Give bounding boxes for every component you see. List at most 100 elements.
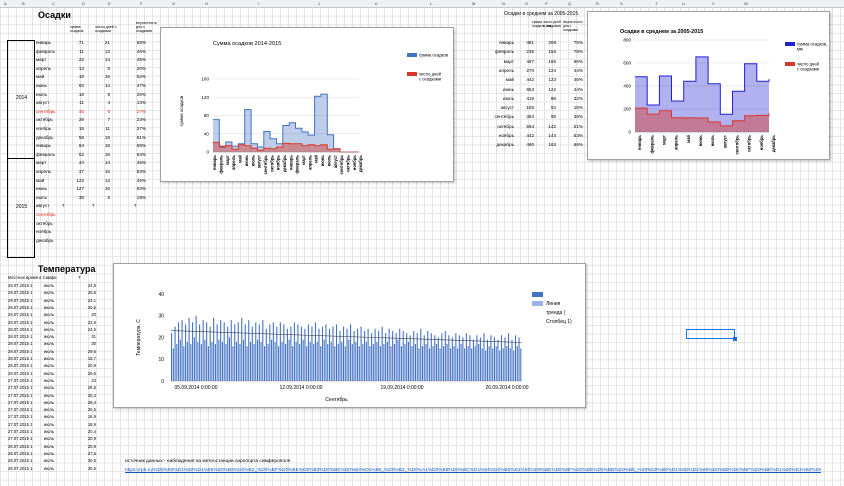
avg-days: 53 [550, 105, 556, 111]
temp-bar [171, 333, 173, 381]
column-header-i[interactable]: I [258, 1, 259, 6]
avg-sum: 419 [526, 95, 534, 101]
column-header-m[interactable]: M [472, 1, 475, 6]
precip-sum [62, 211, 84, 220]
precip-month: март [36, 160, 47, 166]
avg-chart[interactable]: Осадки в среднем за 2005-2015 0 200 400 600 8… [587, 11, 830, 160]
precip-prob: 27% [136, 108, 146, 114]
temp-bar [318, 328, 320, 381]
precip-sum: 37 [78, 169, 84, 174]
temp-bar [321, 326, 324, 381]
column-header-r[interactable]: R [596, 1, 599, 6]
x-tick-label: апрель [674, 135, 679, 150]
column-header-t[interactable]: T [655, 1, 657, 6]
precip-prob [128, 228, 146, 237]
temp-bar [446, 344, 448, 381]
column-header-j[interactable]: J [318, 1, 320, 6]
precip-prob: 53% [136, 186, 146, 192]
temp-bar [393, 344, 395, 381]
column-header-o[interactable]: O [525, 1, 528, 6]
temp-bar [227, 326, 229, 381]
temp-bar [339, 331, 341, 381]
temp-bar [451, 337, 453, 381]
precip-prob: 13% [136, 100, 146, 106]
temp-bar [185, 324, 187, 381]
column-header-e[interactable]: E [108, 1, 111, 6]
temp-bar [202, 320, 204, 381]
temp-bar [462, 337, 464, 381]
precip-month: сентябрь [36, 108, 56, 114]
precip-days: 11 [105, 126, 110, 131]
temp-bar [292, 346, 294, 381]
temp-bar [283, 324, 285, 381]
temp-bar [181, 320, 183, 381]
precip-days: 7 [107, 117, 110, 123]
column-header-s[interactable]: S [620, 1, 623, 6]
selected-cell[interactable] [686, 329, 737, 341]
column-header-b[interactable]: B [22, 1, 25, 6]
temp-bar [235, 341, 238, 381]
temp-bar [399, 328, 401, 381]
precip-month: май [36, 74, 45, 80]
legend-swatch [532, 292, 543, 297]
x-tick-label: май [314, 155, 319, 163]
y-tick-label: 10 [158, 357, 164, 363]
column-header-w[interactable]: W [744, 1, 748, 6]
temp-bar [337, 344, 339, 381]
temp-bar [427, 331, 429, 381]
precip-days: 14 [104, 160, 110, 166]
column-header-d[interactable]: D [82, 1, 85, 6]
temp-chart[interactable]: 0 10 20 30 40 Температура, С 05.09.2014 0:00:0… [113, 263, 586, 408]
y-tick-label: 0 [161, 379, 164, 385]
x-tick-label: декабрь [771, 135, 776, 153]
year-2015-label: 2015 [16, 204, 28, 210]
precip-month: январь [36, 40, 51, 45]
avg-month: апрель [498, 67, 514, 73]
temp-bar [502, 348, 504, 381]
precip-chart[interactable]: Сумма осадков 2014-2015 сумма осадков 0 40 8… [160, 27, 454, 182]
temp-bar [507, 333, 510, 381]
column-header-v[interactable]: V [712, 1, 715, 6]
x-tick-label: сентябрь [339, 155, 344, 175]
temp-bar [297, 324, 299, 381]
x-tick-label: май [686, 135, 691, 143]
column-header-f[interactable]: F [140, 1, 142, 6]
precip-prob [128, 220, 146, 229]
column-header-n[interactable]: N [502, 1, 505, 6]
column-header-k[interactable]: K [375, 1, 378, 6]
legend-swatch [407, 53, 417, 57]
column-header-h[interactable]: H [205, 1, 208, 6]
avg-month: март [503, 58, 514, 64]
column-header-l[interactable]: L [430, 1, 432, 6]
column-header-q[interactable]: Q [568, 1, 571, 6]
temp-bar [486, 339, 488, 381]
x-tick-label: август [257, 155, 262, 168]
temp-bar [213, 317, 215, 381]
precip-days: 16 [104, 169, 110, 174]
column-header-a[interactable]: A [4, 1, 7, 6]
temp-bar [381, 326, 383, 381]
precip-sum: 38 [78, 194, 84, 200]
fill-handle[interactable] [733, 337, 737, 341]
column-header-g[interactable]: G [172, 1, 175, 6]
precip-sum: 52 [78, 151, 84, 157]
avg-month: декабрь [496, 142, 514, 148]
column-header-p[interactable]: P [545, 1, 548, 6]
legend-swatch [407, 72, 417, 76]
x-tick-label: июль [710, 135, 715, 147]
chart-title: Сумма осадков 2014-2015 [213, 41, 281, 47]
precip-days: 6 [107, 194, 110, 200]
temp-bar [506, 346, 508, 381]
avg-days: 98 [550, 114, 556, 120]
source-link[interactable]: https://rp5.ru/%D0%90%D1%80%D1%85%D0%B8%… [125, 468, 840, 473]
precip-days: 16 [104, 74, 110, 80]
y-tick-label: 400 [623, 84, 631, 89]
column-header-u[interactable]: U [682, 1, 685, 6]
temp-bar [500, 335, 503, 381]
temp-bar [374, 328, 376, 381]
temp-bar [239, 344, 241, 381]
spreadsheet-grid[interactable]: A B C D E F G H I J K L M N O P Q R S T U V W Осадки сумма оса… [0, 0, 844, 486]
column-header-c[interactable]: C [52, 1, 55, 6]
temp-bar [176, 344, 178, 381]
legend-swatch [785, 62, 795, 66]
